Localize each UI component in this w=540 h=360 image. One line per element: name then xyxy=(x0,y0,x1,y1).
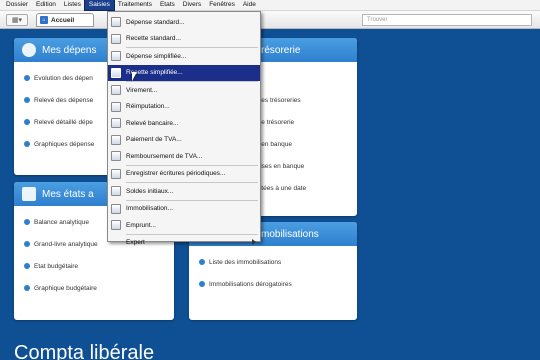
menu-item-label: Expert xyxy=(126,239,145,247)
menu-item[interactable]: Paiement de TVA... xyxy=(108,132,260,149)
menu-saisies[interactable]: Saisies xyxy=(83,0,115,11)
menu-item-label: Immobilisation... xyxy=(126,205,173,213)
menu-item[interactable]: Dépense simplifiée... xyxy=(108,48,260,65)
tab-label: Accueil xyxy=(51,16,75,24)
bullet-icon xyxy=(24,141,30,147)
list-item[interactable] xyxy=(249,67,347,89)
bullet-icon xyxy=(199,259,205,265)
transfer-icon xyxy=(111,85,121,95)
item-label: Immobilisations dérogatoires xyxy=(209,280,292,288)
menu-bar: Dossier Edition Listes Saisies Traitemen… xyxy=(0,0,540,11)
menu-fenetres[interactable]: Fenêtres xyxy=(205,0,239,10)
submenu-arrow-icon xyxy=(252,238,256,245)
item-label: Etat budgétaire xyxy=(34,262,79,270)
menu-item-label: Relevé bancaire... xyxy=(126,119,179,127)
reassign-icon xyxy=(111,101,121,112)
menu-listes[interactable]: Listes xyxy=(60,0,85,10)
list-item[interactable]: pointées à une date xyxy=(249,177,347,199)
menu-item[interactable]: Virement... xyxy=(108,82,260,99)
menu-item[interactable]: Recette simplifiée... xyxy=(108,64,260,81)
list-item[interactable]: Graphique budgétaire xyxy=(24,277,164,299)
list-item[interactable]: Etat budgétaire xyxy=(24,255,164,277)
item-label: Relevé des dépense xyxy=(34,96,94,104)
pie-chart-icon xyxy=(22,43,36,57)
bullet-icon xyxy=(199,281,205,287)
menu-item-label: Dépense standard... xyxy=(126,18,185,26)
panel-title: Mes états a xyxy=(42,188,94,200)
menu-edition[interactable]: Edition xyxy=(32,0,60,10)
saisies-dropdown-menu: Dépense standard... Recette standard... Dé… xyxy=(107,11,261,246)
menu-item-label: Remboursement de TVA... xyxy=(126,152,203,160)
bullet-icon xyxy=(24,75,30,81)
bullet-icon xyxy=(24,285,30,291)
vat-refund-icon xyxy=(111,151,121,161)
loan-icon xyxy=(111,220,121,230)
item-label: Liste des immobilisations xyxy=(209,258,282,266)
list-item[interactable]: postes trésoreries xyxy=(249,89,347,111)
menu-item-label: Enregistrer écritures périodiques... xyxy=(126,170,226,178)
balance-icon xyxy=(111,186,121,196)
recurring-icon xyxy=(111,168,121,179)
menu-item-label: Réimputation... xyxy=(126,103,170,111)
menu-item[interactable]: Enregistrer écritures périodiques... xyxy=(108,166,260,183)
expense-simple-icon xyxy=(111,51,121,61)
menu-item[interactable]: Immobilisation... xyxy=(108,201,260,218)
bullet-icon xyxy=(24,263,30,269)
item-label: Grand-livre analytique xyxy=(34,240,98,248)
list-item[interactable]: nes en banque xyxy=(249,133,347,155)
panel-title: résorerie xyxy=(261,44,301,56)
bank-statement-icon xyxy=(111,118,121,128)
menu-item-label: Soldes initiaux... xyxy=(126,187,174,195)
vat-payment-icon xyxy=(111,134,121,145)
list-item[interactable]: Liste des immobilisations xyxy=(199,251,347,273)
menu-item[interactable]: Emprunt... xyxy=(108,217,260,234)
menu-aide[interactable]: Aide xyxy=(239,0,260,10)
menu-item[interactable]: Recette standard... xyxy=(108,31,260,48)
list-item[interactable]: Immobilisations dérogatoires xyxy=(199,273,347,295)
grid-icon: ▦▾ xyxy=(11,17,23,24)
list-item[interactable]: remises en banque xyxy=(249,155,347,177)
menu-item[interactable]: Expert xyxy=(108,235,260,252)
grid-view-button[interactable]: ▦▾ xyxy=(6,14,28,26)
toolbar: ▦▾ ⌂ Accueil Trouver xyxy=(0,11,540,29)
home-icon: ⌂ xyxy=(40,16,48,24)
menu-item-label: Paiement de TVA... xyxy=(126,136,182,144)
bullet-icon xyxy=(24,119,30,125)
menu-item[interactable]: Réimputation... xyxy=(108,99,260,116)
panel-title: mobilisations xyxy=(261,228,319,240)
menu-dossier[interactable]: Dossier xyxy=(2,0,32,10)
app-title: Compta libérale xyxy=(14,342,155,360)
search-input[interactable]: Trouver xyxy=(362,14,532,26)
menu-item[interactable]: Dépense standard... xyxy=(108,14,260,31)
item-label: Relevé détaillé dépe xyxy=(34,118,93,126)
menu-item[interactable]: Relevé bancaire... xyxy=(108,115,260,132)
bullet-icon xyxy=(24,219,30,225)
item-label: Evolution des dépen xyxy=(34,74,93,82)
receipt-simple-icon xyxy=(111,67,121,78)
panel-title: Mes dépens xyxy=(42,44,97,56)
menu-item[interactable]: Remboursement de TVA... xyxy=(108,148,260,165)
menu-item-label: Recette standard... xyxy=(126,35,181,43)
asset-icon xyxy=(111,203,121,214)
menu-item-label: Emprunt... xyxy=(126,221,156,229)
item-label: Graphiques dépense xyxy=(34,140,95,148)
item-label: Graphique budgétaire xyxy=(34,284,97,292)
menu-item-label: Dépense simplifiée... xyxy=(126,52,187,60)
menu-etats[interactable]: Etats xyxy=(156,0,179,10)
menu-traitements[interactable]: Traitements xyxy=(114,0,156,10)
mouse-cursor-icon xyxy=(132,72,137,81)
bullet-icon xyxy=(24,241,30,247)
bullet-icon xyxy=(24,97,30,103)
tab-accueil[interactable]: ⌂ Accueil xyxy=(36,13,94,27)
list-item[interactable]: nique trésorerie xyxy=(249,111,347,133)
item-label: Balance analytique xyxy=(34,218,89,226)
menu-item-label: Virement... xyxy=(126,86,158,94)
menu-item[interactable]: Soldes initiaux... xyxy=(108,183,260,200)
receipt-icon xyxy=(111,33,121,44)
menu-divers[interactable]: Divers xyxy=(179,0,205,10)
expense-icon xyxy=(111,17,121,27)
bar-chart-icon xyxy=(22,187,36,201)
